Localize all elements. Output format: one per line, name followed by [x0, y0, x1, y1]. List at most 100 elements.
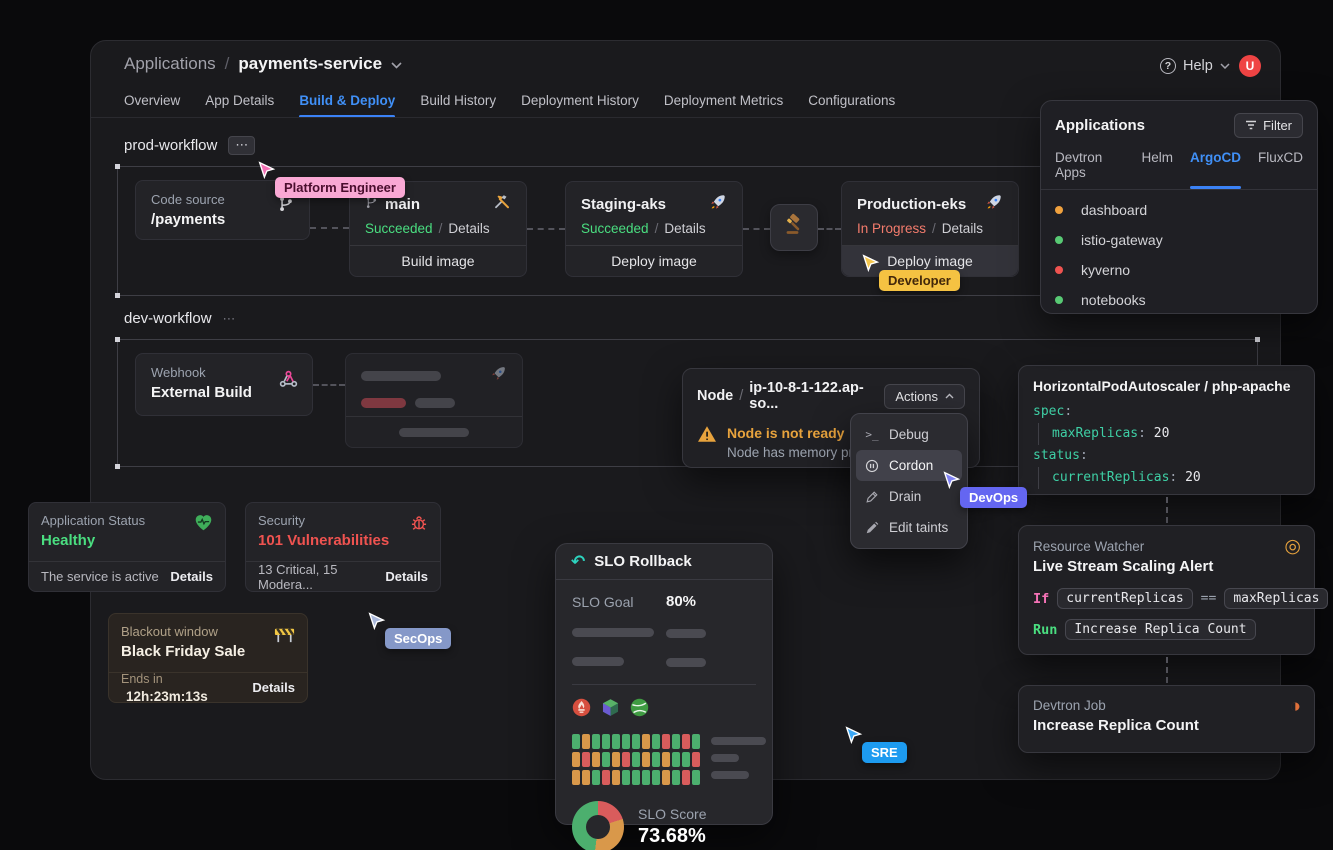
- blackout-details-link[interactable]: Details: [252, 680, 295, 695]
- resize-handle[interactable]: [1255, 337, 1260, 342]
- skeleton-bar: [711, 754, 739, 762]
- app-name: dashboard: [1081, 202, 1147, 218]
- skeleton-bar: [361, 371, 441, 381]
- devtron-job-label: Devtron Job: [1033, 698, 1300, 713]
- slo-cell: [612, 752, 620, 767]
- blackout-ends-label: Ends in: [121, 672, 163, 686]
- run-keyword: Run: [1033, 622, 1057, 638]
- tab-fluxcd[interactable]: FluxCD: [1258, 150, 1303, 189]
- avatar[interactable]: U: [1239, 55, 1261, 77]
- app-list-item[interactable]: notebooks: [1041, 285, 1317, 315]
- dev-workflow-header: dev-workflow ⋯: [124, 310, 236, 327]
- slo-goal-value: 80%: [666, 593, 696, 610]
- build-details-link[interactable]: Details: [448, 221, 489, 236]
- app-list-item[interactable]: istio-gateway: [1041, 225, 1317, 255]
- help-menu[interactable]: ? Help: [1160, 58, 1230, 74]
- slo-cell: [592, 734, 600, 749]
- workflow-connector: [527, 228, 565, 230]
- resize-handle[interactable]: [115, 464, 120, 469]
- staging-deploy-image-button[interactable]: Deploy image: [566, 245, 742, 276]
- status-dot: [1055, 266, 1063, 274]
- tab-build-history[interactable]: Build History: [420, 93, 496, 108]
- rocket-icon: [709, 193, 727, 216]
- staging-details-link[interactable]: Details: [664, 221, 705, 236]
- yaml-line: spec:: [1033, 401, 1300, 423]
- blackout-window-card[interactable]: Blackout window Black Friday Sale Ends i…: [108, 613, 308, 703]
- applications-panel: Applications Filter Devtron Apps Helm Ar…: [1040, 100, 1318, 314]
- more-options-button[interactable]: ⋯: [228, 136, 255, 155]
- breadcrumb: Applications / payments-service: [124, 54, 402, 74]
- devtron-job-title: Increase Replica Count: [1033, 717, 1300, 734]
- menu-item-debug[interactable]: >_ Debug: [856, 419, 962, 450]
- filter-button[interactable]: Filter: [1234, 113, 1303, 138]
- resource-watcher-title: Live Stream Scaling Alert: [1033, 558, 1300, 575]
- terminal-icon: >_: [864, 428, 880, 441]
- condition-right-chip[interactable]: maxReplicas: [1224, 588, 1328, 609]
- pointer-icon: [860, 253, 881, 274]
- slo-cell: [682, 752, 690, 767]
- tab-build-deploy[interactable]: Build & Deploy: [299, 93, 395, 108]
- security-card[interactable]: Security 101 Vulnerabilities 13 Critical…: [245, 502, 441, 592]
- production-env-name: Production-eks: [857, 196, 966, 213]
- branch-icon: [365, 196, 378, 213]
- app-name: kyverno: [1081, 262, 1130, 278]
- status-dot: [1055, 206, 1063, 214]
- tab-deployment-metrics[interactable]: Deployment Metrics: [664, 93, 783, 108]
- tab-devtron-apps[interactable]: Devtron Apps: [1055, 150, 1124, 189]
- slo-cell: [652, 752, 660, 767]
- yaml-line: currentReplicas: 20: [1038, 467, 1300, 489]
- resize-handle[interactable]: [115, 293, 120, 298]
- slo-cell: [672, 770, 680, 785]
- menu-item-edit-taints[interactable]: Edit taints: [856, 512, 962, 543]
- slo-cell: [572, 734, 580, 749]
- tab-deployment-history[interactable]: Deployment History: [521, 93, 639, 108]
- approval-gate-node[interactable]: [770, 204, 818, 251]
- branch-name: main: [385, 196, 420, 213]
- chevron-down-icon[interactable]: [391, 54, 402, 74]
- canvas: Applications / payments-service ? Help U…: [0, 0, 1333, 850]
- webhook-label: Webhook: [151, 365, 297, 380]
- app-list-item[interactable]: dashboard: [1041, 195, 1317, 225]
- yaml-key: maxReplicas: [1052, 426, 1138, 441]
- production-details-link[interactable]: Details: [942, 221, 983, 236]
- tab-helm[interactable]: Helm: [1141, 150, 1173, 189]
- devtron-job-panel[interactable]: Devtron Job Increase Replica Count ◑: [1018, 685, 1315, 753]
- build-image-button[interactable]: Build image: [350, 245, 526, 276]
- resize-handle[interactable]: [115, 164, 120, 169]
- actions-button[interactable]: Actions: [884, 384, 965, 409]
- staging-deploy-card[interactable]: Staging-aks Succeeded / Details Deploy i…: [565, 181, 743, 277]
- run-action-chip[interactable]: Increase Replica Count: [1065, 619, 1255, 640]
- slo-cell: [612, 770, 620, 785]
- slo-cell: [582, 770, 590, 785]
- panel-connector: [1166, 657, 1168, 683]
- breadcrumb-root[interactable]: Applications: [124, 54, 216, 74]
- security-details-link[interactable]: Details: [385, 569, 428, 584]
- heart-pulse-icon: [193, 513, 214, 537]
- app-list-item[interactable]: kyverno: [1041, 255, 1317, 285]
- application-status-card[interactable]: Application Status Healthy The service i…: [28, 502, 226, 592]
- webhook-card[interactable]: Webhook External Build: [135, 353, 313, 416]
- avatar-initial: U: [1246, 59, 1255, 73]
- yaml-key: status: [1033, 448, 1080, 463]
- tab-configurations[interactable]: Configurations: [808, 93, 895, 108]
- condition-left-chip[interactable]: currentReplicas: [1057, 588, 1192, 609]
- tab-app-details[interactable]: App Details: [205, 93, 274, 108]
- pointer-icon: [366, 611, 387, 632]
- gavel-icon: [782, 213, 806, 242]
- slo-cell: [652, 734, 660, 749]
- skeleton-bar: [711, 771, 749, 779]
- cursor-label: DevOps: [960, 487, 1027, 508]
- tab-argocd[interactable]: ArgoCD: [1190, 150, 1241, 189]
- tab-overview[interactable]: Overview: [124, 93, 180, 108]
- help-icon: ?: [1160, 58, 1176, 74]
- slo-cell: [632, 752, 640, 767]
- more-options-button[interactable]: ⋯: [223, 311, 236, 327]
- slo-cell: [572, 752, 580, 767]
- skeleton-bar: [361, 398, 406, 408]
- workflow-connector: [818, 228, 841, 230]
- cursor-platform-engineer: Platform Engineer: [256, 160, 277, 186]
- staging-status: Succeeded: [581, 221, 649, 236]
- slo-cell: [662, 734, 670, 749]
- application-status-details-link[interactable]: Details: [170, 569, 213, 584]
- resize-handle[interactable]: [115, 337, 120, 342]
